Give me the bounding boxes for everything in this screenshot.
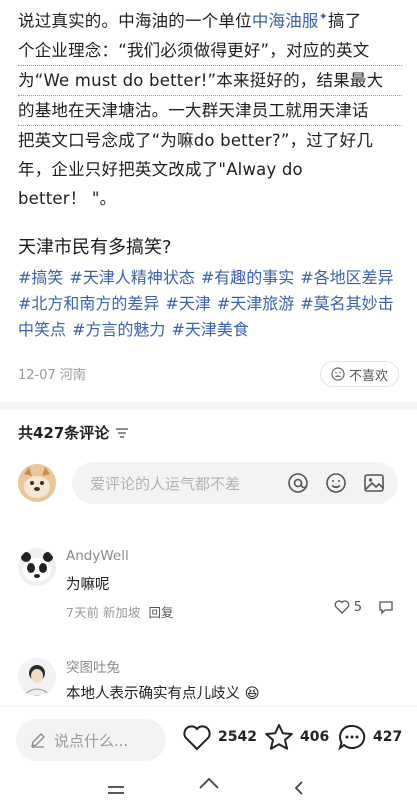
zhongyouhaifu-link[interactable]: 中海油服	[252, 12, 319, 31]
sort-icon[interactable]	[115, 427, 129, 439]
dislike-button[interactable]: 不喜欢	[319, 361, 399, 387]
tag-item[interactable]: #有趣的事实	[201, 268, 294, 287]
comment-footer: 7天前 新加坡 回复	[66, 602, 173, 621]
answer-line: 为“We must do better!”本来挺好的，结果最大	[18, 66, 402, 96]
comment-count-header: 共427条评论	[18, 422, 129, 443]
frown-icon	[331, 367, 345, 381]
tag-item[interactable]: #天津旅游	[217, 294, 294, 313]
emoji-sticker-icon: 😆	[240, 686, 260, 702]
comment-item: AndyWell 为嘛呢 7天前 新加坡 回复 5	[18, 546, 402, 626]
star-icon	[265, 724, 293, 750]
post-meta: 12-07 河南	[18, 368, 86, 383]
home-nav-icon[interactable]	[198, 776, 220, 798]
tag-list: #搞笑 #天津人精神状态 #有趣的事实 #各地区差异 #北方和南方的差异 #天津 #天津旅游…	[18, 265, 408, 343]
tag-item[interactable]: #各地区差异	[300, 268, 393, 287]
comment-time: 7天前 新加坡	[66, 605, 141, 620]
comment-like-button[interactable]: 5	[334, 599, 362, 615]
section-divider	[0, 402, 417, 410]
menu-nav-icon[interactable]	[106, 780, 126, 799]
image-icon[interactable]	[362, 471, 386, 495]
comment-text: 为嘛呢	[66, 577, 110, 593]
avatar[interactable]	[18, 658, 56, 696]
my-avatar[interactable]	[18, 464, 56, 502]
heart-icon	[183, 725, 211, 751]
answer-line: 年，企业只好把英文改成了"Alway do	[18, 159, 303, 179]
comment-total: 427	[373, 729, 403, 745]
tag-item[interactable]: #北方和南方的差异	[18, 294, 159, 313]
like-button[interactable]: 2542	[182, 723, 257, 751]
like-count: 2542	[218, 729, 257, 745]
comment-count: 共427条评论	[18, 424, 110, 442]
comment-like-count: 5	[353, 599, 362, 615]
system-nav-bar	[0, 772, 417, 800]
chat-bubble-icon	[338, 724, 366, 751]
answer-line: better！ "。	[18, 188, 117, 208]
comment-author[interactable]: AndyWell	[66, 548, 129, 564]
avatar[interactable]	[18, 548, 56, 586]
emoji-icon[interactable]	[324, 471, 348, 495]
question-title[interactable]: 天津市民有多搞笑?	[18, 233, 172, 259]
comment-reply-icon[interactable]	[378, 599, 394, 615]
heart-icon	[334, 600, 350, 614]
answer-line: 个企业理念：“我们必须做得更好”，对应的英文	[18, 36, 402, 66]
star-count: 406	[300, 729, 330, 745]
say-something-input[interactable]: 说点什么...	[16, 719, 166, 761]
comment-button[interactable]: 427	[337, 723, 402, 751]
answer-line: 把英文口号念成了“为嘛do better?”，过了好几	[18, 130, 374, 150]
answer-body: 说过真实的。中海油的一个单位中海油服✦搞了 个企业理念：“我们必须做得更好”，对…	[18, 2, 402, 213]
say-placeholder: 说点什么...	[54, 731, 129, 750]
answer-line: 的基地在天津塘沽。一大群天津员工就用天津话	[18, 96, 402, 126]
comment-actions: 5	[334, 599, 394, 615]
comment-item: 突图吐兔 本地人表示确实有点儿歧义 😆	[18, 654, 402, 706]
tag-item[interactable]: #搞笑	[18, 268, 63, 287]
answer-line: 说过真实的。中海油的一个单位中海油服✦搞了	[18, 10, 362, 31]
link-star-icon: ✦	[318, 10, 329, 23]
back-nav-icon[interactable]	[292, 780, 306, 800]
tag-item[interactable]: #方言的魅力	[72, 320, 165, 339]
tag-item[interactable]: #天津	[165, 294, 210, 313]
reply-button[interactable]: 回复	[148, 602, 173, 621]
star-button[interactable]: 406	[264, 723, 329, 751]
comment-input[interactable]: 爱评论的人运气都不差	[72, 462, 398, 504]
tag-item[interactable]: #天津人精神状态	[69, 268, 194, 287]
pencil-icon	[31, 733, 45, 748]
dislike-label: 不喜欢	[348, 368, 388, 384]
comment-input-placeholder: 爱评论的人运气都不差	[90, 474, 241, 493]
comment-text: 本地人表示确实有点儿歧义 😆	[66, 686, 260, 702]
tag-item[interactable]: #天津美食	[171, 320, 248, 339]
at-icon[interactable]	[286, 471, 310, 495]
bottom-action-bar: 说点什么... 2542 406 427	[0, 706, 417, 772]
comment-author[interactable]: 突图吐兔	[66, 656, 120, 676]
